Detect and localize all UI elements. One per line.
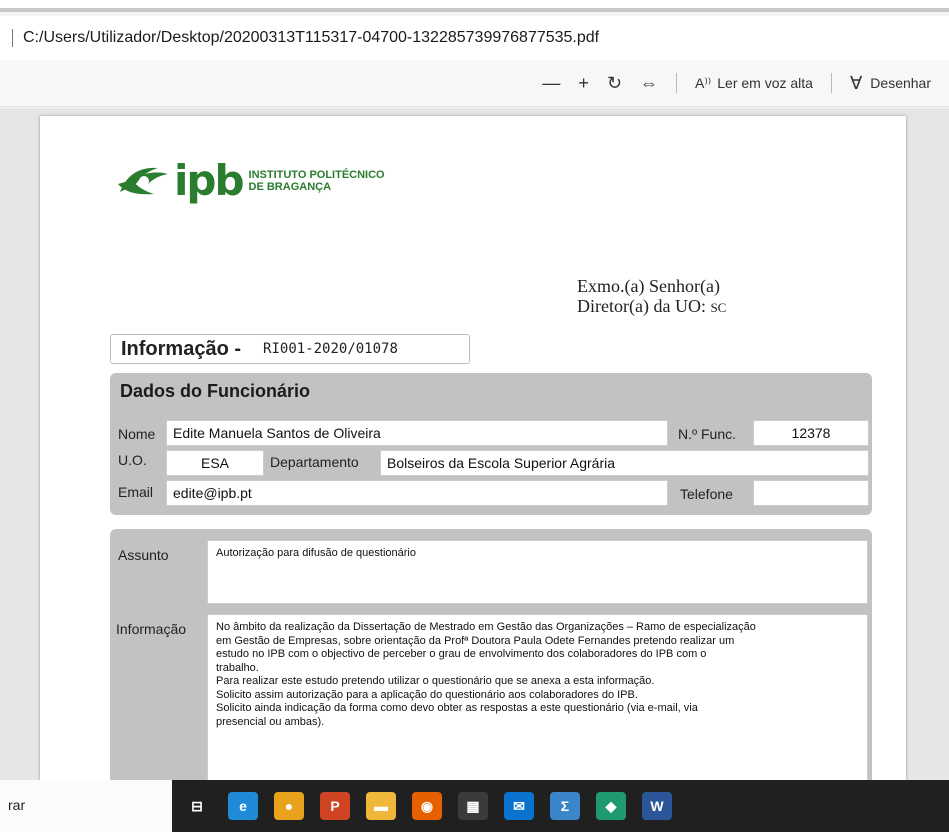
information-line: trabalho.: [216, 661, 259, 674]
name-field[interactable]: Edite Manuela Santos de Oliveira: [166, 420, 668, 446]
uo-field[interactable]: ESA: [166, 450, 264, 476]
email-label: Email: [118, 484, 154, 500]
rotate-icon[interactable]: ↻: [607, 74, 622, 92]
phone-field[interactable]: [753, 480, 869, 506]
logo-institution: INSTITUTO POLITÉCNICO DE BRAGANÇA: [249, 169, 385, 193]
uo-label: U.O.: [118, 452, 147, 468]
read-aloud-button[interactable]: A⁾⁾ Ler em voz alta: [695, 75, 813, 92]
security-icon[interactable]: ◆: [596, 792, 626, 820]
department-label: Departamento: [270, 454, 359, 470]
information-line: No âmbito da realização da Dissertação d…: [216, 621, 756, 633]
ipb-logo: ipb INSTITUTO POLITÉCNICO DE BRAGANÇA: [114, 156, 385, 205]
file-explorer-icon[interactable]: ▬: [366, 792, 396, 820]
zoom-in-icon[interactable]: +: [578, 74, 589, 92]
information-number: RI001-2020/01078: [263, 341, 398, 357]
powerpoint-icon[interactable]: P: [320, 792, 350, 820]
information-line: estudo no IPB com o objectivo de percebe…: [216, 648, 707, 660]
recipient-line1: Exmo.(a) Senhor(a): [577, 276, 720, 296]
address-bar[interactable]: C:/Users/Utilizador/Desktop/20200313T115…: [0, 16, 949, 60]
task-view-icon[interactable]: ⊟: [182, 792, 212, 820]
chrome-icon[interactable]: ●: [274, 792, 304, 820]
subject-field[interactable]: Autorização para difusão de questionário: [207, 540, 868, 604]
information-line: presencial ou ambas).: [216, 715, 325, 728]
logo-line1: INSTITUTO POLITÉCNICO: [248, 168, 385, 181]
read-aloud-icon: A⁾⁾: [695, 74, 712, 91]
pdf-page: ipb INSTITUTO POLITÉCNICO DE BRAGANÇA Ex…: [40, 116, 906, 780]
fit-page-icon[interactable]: ⇔: [640, 74, 658, 92]
name-label: Nome: [118, 426, 156, 442]
status-text: rar: [8, 797, 26, 813]
address-separator: [12, 29, 13, 47]
word-icon[interactable]: W: [642, 792, 672, 820]
address-text[interactable]: C:/Users/Utilizador/Desktop/20200313T115…: [23, 29, 599, 47]
zoom-out-icon[interactable]: —: [542, 74, 560, 92]
information-line: em Gestão de Empresas, sobre orientação …: [216, 634, 735, 647]
windows-taskbar: ⊟ e ● P ▬ ◉ ▦ ✉ Σ ◆ W: [172, 780, 949, 832]
phone-label: Telefone: [680, 486, 733, 502]
logo-wordmark: ipb: [174, 156, 245, 205]
read-aloud-label: Ler em voz alta: [717, 75, 813, 91]
employee-data-panel: Dados do Funcionário Nome Edite Manuela …: [110, 373, 872, 515]
information-number-box: Informação - RI001-2020/01078: [110, 334, 470, 364]
func-number-field[interactable]: 12378: [753, 420, 869, 446]
recipient-line2: Diretor(a) da UO: SC: [577, 296, 726, 318]
information-line: Para realizar este estudo pretendo utili…: [216, 675, 655, 687]
information-line: Solicito assim autorização para a aplica…: [216, 688, 638, 701]
firefox-icon[interactable]: ◉: [412, 792, 442, 820]
mail-icon[interactable]: ✉: [504, 792, 534, 820]
draw-icon: ∀: [849, 73, 863, 93]
edge-icon[interactable]: e: [228, 792, 258, 820]
information-label: Informação -: [121, 337, 242, 360]
ipb-emblem-icon: [118, 167, 168, 194]
information-field[interactable]: No âmbito da realização da Dissertação d…: [207, 614, 868, 780]
pdf-viewer-window: C:/Users/Utilizador/Desktop/20200313T115…: [0, 0, 949, 832]
subject-label: Assunto: [118, 547, 169, 563]
department-field[interactable]: Bolseiros da Escola Superior Agrária: [380, 450, 869, 476]
func-number-label: N.º Func.: [678, 426, 737, 442]
document-viewport[interactable]: ipb INSTITUTO POLITÉCNICO DE BRAGANÇA Ex…: [0, 108, 949, 780]
toolbar-divider: [676, 73, 678, 93]
information-text-label: Informação: [116, 621, 187, 637]
draw-button[interactable]: ∀ Desenhar: [850, 74, 931, 92]
email-field[interactable]: edite@ipb.pt: [166, 480, 668, 506]
employee-panel-title: Dados do Funcionário: [120, 381, 311, 401]
recipient-line2-text: Diretor(a) da UO:: [577, 296, 706, 316]
recipient-block: Exmo.(a) Senhor(a) Diretor(a) da UO: SC: [577, 276, 726, 318]
calculator-icon[interactable]: Σ: [550, 792, 580, 820]
logo-line2: DE BRAGANÇA: [248, 180, 332, 193]
window-top-edge: [0, 0, 949, 12]
store-icon[interactable]: ▦: [458, 792, 488, 820]
request-panel: Assunto Autorização para difusão de ques…: [110, 529, 872, 780]
information-line: Solicito ainda indicação da forma como d…: [216, 702, 698, 714]
draw-label: Desenhar: [870, 75, 931, 91]
toolbar-divider: [830, 73, 832, 93]
recipient-uo: SC: [710, 300, 727, 315]
pdf-toolbar: — + ↻ ⇔ A⁾⁾ Ler em voz alta ∀ Desenhar: [0, 60, 949, 107]
